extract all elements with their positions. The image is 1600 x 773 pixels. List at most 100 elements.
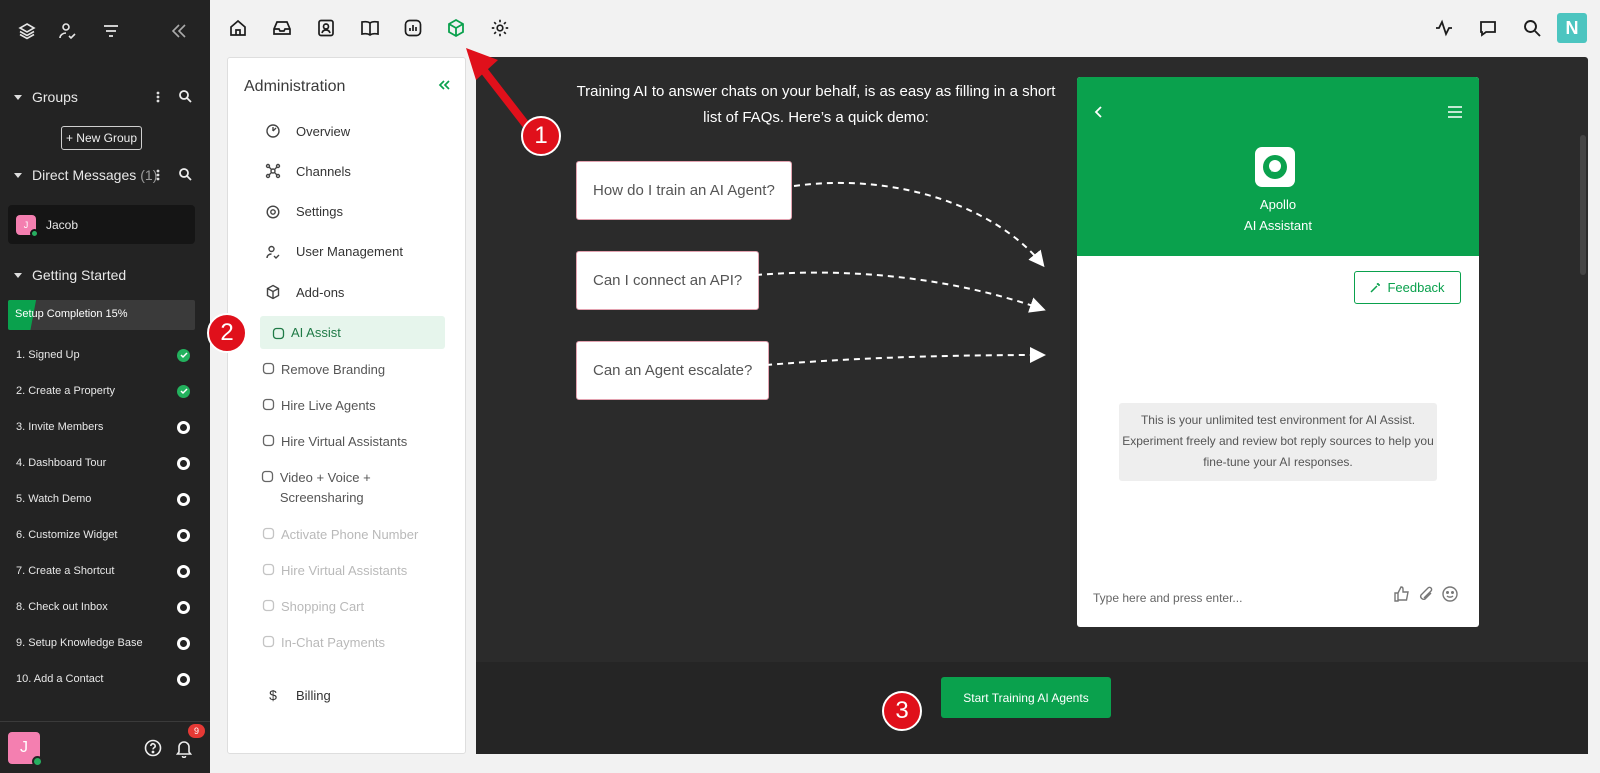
check-circle-icon <box>177 348 190 362</box>
dm-contact-row[interactable]: J Jacob <box>8 205 195 244</box>
addon-label: Remove Branding <box>281 362 386 377</box>
addon-icon <box>260 468 275 483</box>
setup-step[interactable]: 5. Watch Demo <box>16 489 190 509</box>
setup-step[interactable]: 8. Check out Inbox <box>16 597 190 617</box>
direct-messages-section[interactable]: Direct Messages (1) <box>0 160 210 190</box>
dollar-icon: $ <box>269 687 277 703</box>
addon-item: Shopping Cart <box>260 597 445 617</box>
setup-step-label: 6. Customize Widget <box>16 529 118 541</box>
new-group-button[interactable]: + New Group <box>61 126 142 150</box>
admin-item-label: Add-ons <box>296 284 345 300</box>
knowledge-base-icon[interactable] <box>356 14 384 42</box>
bot-name: Apollo <box>1259 197 1297 212</box>
admin-item[interactable]: Overview <box>264 121 350 141</box>
user-management-icon <box>264 244 282 260</box>
admin-item-billing[interactable]: $ Billing <box>264 685 331 705</box>
addon-label: AI Assist <box>291 324 341 340</box>
admin-item[interactable]: User Management <box>264 242 403 262</box>
attachment-icon[interactable] <box>1417 585 1435 603</box>
magic-wand-icon <box>1370 282 1381 293</box>
admin-item[interactable]: Add-ons <box>264 282 344 302</box>
menu-icon[interactable] <box>1447 105 1463 119</box>
search-icon[interactable] <box>178 89 192 103</box>
user-check-icon[interactable] <box>55 18 81 44</box>
inbox-icon[interactable] <box>268 14 296 42</box>
search-icon[interactable] <box>1518 14 1546 42</box>
search-icon[interactable] <box>178 167 192 181</box>
notification-badge: 9 <box>188 724 205 738</box>
test-environment-note: This is your unlimited test environment … <box>1119 403 1437 481</box>
addon-item: Activate Phone Number <box>260 525 445 545</box>
home-icon[interactable] <box>224 14 252 42</box>
back-icon[interactable] <box>1093 105 1105 119</box>
setup-step-label: 1. Signed Up <box>16 349 80 361</box>
thumbs-up-icon[interactable] <box>1393 585 1411 603</box>
bot-logo-icon <box>1255 147 1295 187</box>
admin-item-label: Settings <box>296 204 343 220</box>
setup-step[interactable]: 1. Signed Up <box>16 345 190 365</box>
empty-circle-icon <box>177 492 190 506</box>
channels-icon <box>264 163 282 179</box>
groups-section[interactable]: Groups <box>0 82 210 112</box>
addon-icon <box>260 396 276 411</box>
addon-item[interactable]: AI Assist <box>260 316 445 349</box>
setup-step[interactable]: 10. Add a Contact <box>16 669 190 689</box>
empty-circle-icon <box>177 456 190 470</box>
feedback-button[interactable]: Feedback <box>1354 271 1461 304</box>
addon-item[interactable]: Hire Live Agents <box>260 396 445 416</box>
setup-step[interactable]: 3. Invite Members <box>16 417 190 437</box>
more-vertical-icon[interactable] <box>150 89 166 105</box>
addon-icon <box>260 525 276 540</box>
setup-step-label: 10. Add a Contact <box>16 673 104 685</box>
groups-label: Groups <box>32 89 78 105</box>
chat-icon[interactable] <box>1474 14 1502 42</box>
addons-box-icon[interactable] <box>442 14 470 42</box>
addon-item[interactable]: Remove Branding <box>260 360 445 380</box>
setup-step-label: 8. Check out Inbox <box>16 601 108 613</box>
caret-down-icon <box>14 94 22 100</box>
addon-icon <box>260 597 276 612</box>
admin-item[interactable]: Settings <box>264 202 343 222</box>
message-input[interactable]: Type here and press enter... <box>1093 591 1242 605</box>
filter-icon[interactable] <box>98 18 124 44</box>
collapse-sidebar-icon[interactable] <box>166 18 192 44</box>
scrollbar[interactable] <box>1580 135 1586 275</box>
setup-step-label: 7. Create a Shortcut <box>16 565 115 577</box>
sidebar-toolbar <box>14 18 196 46</box>
check-circle-icon <box>177 384 190 398</box>
setup-completion-label: Setup Completion 15% <box>15 308 128 320</box>
addon-item[interactable]: Video + Voice + Screensharing <box>260 468 445 508</box>
more-vertical-icon[interactable] <box>150 167 166 183</box>
reports-icon[interactable] <box>399 14 427 42</box>
account-avatar[interactable]: N <box>1557 13 1587 43</box>
setup-step-label: 3. Invite Members <box>16 421 104 433</box>
collapse-panel-icon[interactable] <box>437 78 451 92</box>
settings-gear-icon[interactable] <box>486 14 514 42</box>
contact-name: Jacob <box>46 217 79 232</box>
setup-step-label: 5. Watch Demo <box>16 493 92 505</box>
empty-circle-icon <box>177 564 190 578</box>
setup-step[interactable]: 4. Dashboard Tour <box>16 453 190 473</box>
activity-icon[interactable] <box>1430 14 1458 42</box>
ai-assist-demo-area: Training AI to answer chats on your beha… <box>476 57 1588 754</box>
addon-label: Hire Virtual Assistants <box>281 434 408 449</box>
addon-item[interactable]: Hire Virtual Assistants <box>260 432 445 452</box>
bell-icon[interactable] <box>175 738 193 758</box>
setup-step-label: 4. Dashboard Tour <box>16 457 107 469</box>
setup-step[interactable]: 6. Customize Widget <box>16 525 190 545</box>
admin-item[interactable]: Channels <box>264 161 351 181</box>
addon-icon <box>260 561 276 576</box>
admin-item-label: Overview <box>296 123 351 139</box>
setup-step[interactable]: 9. Setup Knowledge Base <box>16 633 190 653</box>
getting-started-section[interactable]: Getting Started <box>0 260 210 290</box>
emoji-icon[interactable] <box>1441 585 1459 603</box>
settings-icon <box>264 204 282 220</box>
setup-step[interactable]: 7. Create a Shortcut <box>16 561 190 581</box>
help-icon[interactable] <box>144 739 162 757</box>
user-avatar[interactable]: J <box>8 732 43 767</box>
setup-step[interactable]: 2. Create a Property <box>16 381 190 401</box>
layers-icon[interactable] <box>14 18 40 44</box>
start-training-button[interactable]: Start Training AI Agents <box>941 677 1111 718</box>
contacts-icon[interactable] <box>312 14 340 42</box>
chat-widget-preview: Apollo AI Assistant Feedback This is you… <box>1077 77 1479 627</box>
